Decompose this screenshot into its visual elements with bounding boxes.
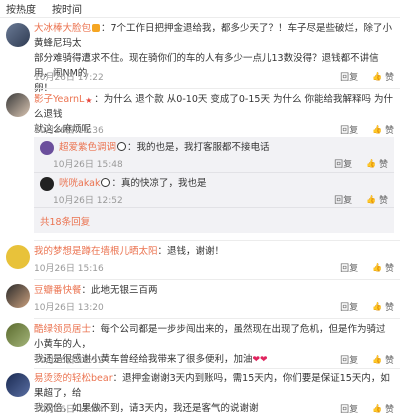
like-button[interactable]: 👍 赞 (372, 402, 394, 416)
reply-time: 10月26日 15:48 (53, 160, 123, 170)
thumbs-up-icon: 👍 (366, 195, 377, 204)
comment-item: 易烫烫的轻松bear：退押金谢谢3天内到账吗，需15天内，你们要是保证15天内，… (0, 368, 400, 418)
reply-button[interactable]: 回复 (334, 157, 352, 170)
divider (34, 172, 394, 173)
comment-actions: 回复 👍 赞 (340, 261, 394, 275)
comment-item: 我的梦想是蹲在墙根儿晒太阳：退钱，谢谢！ 10月26日 15:16 回复 👍 赞 (0, 240, 400, 278)
like-button[interactable]: 👍 赞 (366, 193, 388, 207)
comment-actions: 举报 回复 👍 赞 (340, 70, 394, 84)
commenter-name[interactable]: 酷绿领员居士 (34, 324, 91, 335)
replier-name[interactable]: 超爱紫色调调 (59, 142, 116, 153)
star-badge-icon: ★ (85, 96, 93, 105)
comment-actions: 回复 👍 赞 (340, 300, 394, 314)
comment-time: 10月26日 12:52 (34, 356, 104, 366)
vip-badge-icon (92, 24, 101, 32)
heart-emoji-icon: ❤❤ (252, 355, 268, 365)
replier-name[interactable]: 咣咣akak (59, 178, 100, 189)
avatar[interactable] (6, 284, 30, 308)
more-replies-link[interactable]: 共18条回复 (40, 214, 90, 228)
sort-tabs: 按热度 按时间 (0, 0, 400, 18)
reply-time: 10月26日 12:52 (53, 196, 123, 206)
commenter-name[interactable]: 我的梦想是蹲在墙根儿晒太阳 (34, 246, 158, 257)
avatar[interactable] (40, 141, 54, 155)
avatar[interactable] (6, 373, 30, 397)
like-button[interactable]: 👍 赞 (372, 353, 394, 367)
reply-actions: 回复 👍 赞 (334, 193, 388, 207)
comment-item: 大冰棒大脸包 ：7个工作日把押金退给我，都多少天了？！车子尽是些破烂，除了小黄蜂尼… (0, 18, 400, 94)
thumbs-up-icon: 👍 (372, 72, 383, 81)
comment-actions: 回复 👍 赞 (340, 402, 394, 416)
avatar[interactable] (6, 23, 30, 47)
reply-button[interactable]: 回复 (340, 353, 358, 366)
thumbs-up-icon: 👍 (372, 404, 383, 413)
thumbs-up-icon: 👍 (366, 159, 377, 168)
comment-actions: 回复 👍 赞 (340, 123, 394, 137)
avatar[interactable] (6, 93, 30, 117)
reply-actions: 回复 👍 赞 (334, 157, 388, 171)
reply-button[interactable]: 回复 (340, 402, 358, 415)
reply-button[interactable]: 回复 (334, 193, 352, 206)
reply-text: 超爱紫色调调 ：我的也是，我打客服都不接电话 (59, 142, 270, 153)
commenter-name[interactable]: 豆瓣番快餐 (34, 285, 82, 296)
reply-button[interactable]: 回复 (340, 300, 358, 313)
divider (34, 240, 400, 241)
reply-button[interactable]: 回复 (340, 123, 358, 136)
divider (34, 368, 400, 369)
thumbs-up-icon: 👍 (372, 355, 383, 364)
thumbs-up-icon: 👍 (372, 125, 383, 134)
panda-emoji-icon (101, 178, 111, 187)
commenter-name[interactable]: 易烫烫的轻松bear (34, 373, 113, 384)
like-button[interactable]: 👍 赞 (366, 157, 388, 171)
commenter-name[interactable]: 大冰棒大脸包 (34, 23, 91, 34)
comment-text: 我的梦想是蹲在墙根儿晒太阳：退钱，谢谢！ (34, 246, 225, 257)
like-button[interactable]: 👍 赞 (372, 300, 394, 314)
comment-item: 酷绿领员居士：每个公司都是一步步闯出来的，虽然现在出现了危机，但是作为骑过小黄车… (0, 318, 400, 370)
comment-time: 10月26日 13:20 (34, 303, 104, 313)
comment-text: 大冰棒大脸包 ：7个工作日把押金退给我，都多少天了？！车子尽是些破烂，除了小黄蜂尼… (34, 23, 393, 94)
comment-time: 10月26日 15:16 (34, 264, 104, 274)
like-button[interactable]: 👍 赞 (372, 261, 394, 275)
like-button[interactable]: 👍 赞 (372, 123, 394, 137)
comment-time: 10月26日 17:22 (34, 73, 104, 83)
divider (34, 207, 394, 208)
divider (34, 318, 400, 319)
comment-time: 10月26日 12:04 (34, 405, 104, 415)
reply-button[interactable]: 回复 (340, 261, 358, 274)
panda-emoji-icon (117, 142, 127, 151)
comment-item: 豆瓣番快餐：此地无银三百两 10月26日 13:20 回复 👍 赞 (0, 279, 400, 317)
tab-sort-by-hot[interactable]: 按热度 (6, 1, 36, 16)
avatar[interactable] (6, 245, 30, 269)
tab-sort-by-time[interactable]: 按时间 (52, 1, 82, 16)
reply-button[interactable]: 回复 (340, 70, 358, 83)
comment-text: 豆瓣番快餐：此地无银三百两 (34, 285, 158, 296)
reply-text: 咣咣akak ：真的快凉了，我也是 (59, 178, 207, 189)
comment-time: 10月26日 16:36 (34, 126, 104, 136)
like-button[interactable]: 👍 赞 (372, 70, 394, 84)
commenter-name[interactable]: 影子YearnL (34, 94, 84, 105)
thumbs-up-icon: 👍 (372, 263, 383, 272)
reply-thread: 超爱紫色调调 ：我的也是，我打客服都不接电话 10月26日 15:48 回复 👍 … (34, 137, 394, 233)
avatar[interactable] (6, 323, 30, 347)
thumbs-up-icon: 👍 (372, 302, 383, 311)
comment-item: 影子YearnL★ ：为什么 退个款 从0-10天 变成了0-15天 为什么 你能… (0, 89, 400, 237)
avatar[interactable] (40, 177, 54, 191)
comment-actions: 回复 👍 赞 (340, 353, 394, 367)
divider (34, 279, 400, 280)
